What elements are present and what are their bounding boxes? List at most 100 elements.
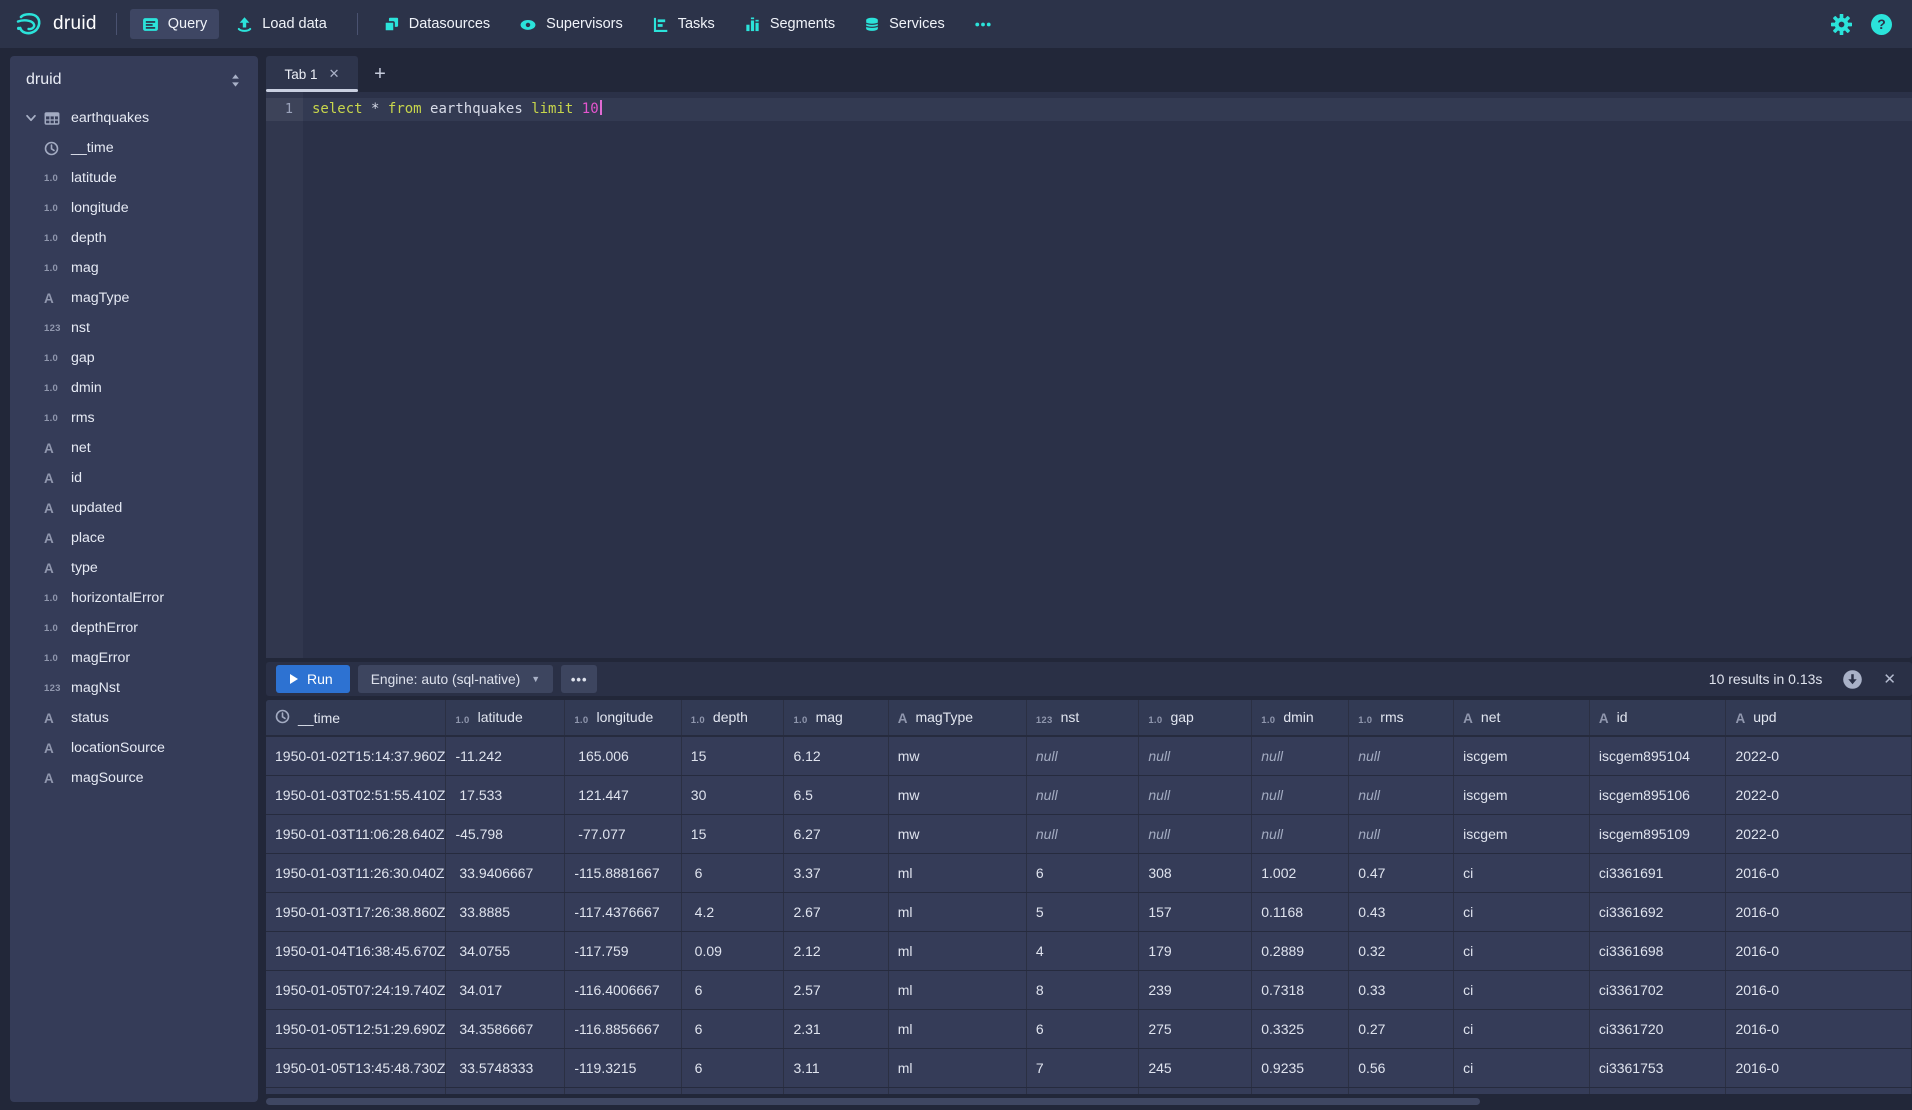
cell[interactable] xyxy=(1349,1087,1454,1094)
cell[interactable]: ml xyxy=(888,931,1026,970)
header-cell-id[interactable]: Aid xyxy=(1589,700,1726,736)
cell[interactable]: null xyxy=(1252,775,1349,814)
nav-item-supervisors[interactable]: Supervisors xyxy=(507,9,635,39)
cell[interactable]: 1950-01-03T17:26:38.860Z xyxy=(266,892,446,931)
cell[interactable]: 3.11 xyxy=(784,1048,888,1087)
header-cell-net[interactable]: Anet xyxy=(1454,700,1590,736)
cell[interactable]: 17.533 xyxy=(446,775,565,814)
cell[interactable] xyxy=(888,1087,1026,1094)
cell[interactable]: 6 xyxy=(681,853,784,892)
cell[interactable]: 2022-0 xyxy=(1726,814,1912,853)
nav-item-services[interactable]: Services xyxy=(852,9,957,39)
cell[interactable]: 1950-01-05T13:45:48.730Z xyxy=(266,1048,446,1087)
cell[interactable] xyxy=(266,1087,446,1094)
cell[interactable]: iscgem xyxy=(1454,775,1590,814)
cell[interactable]: ci3361698 xyxy=(1589,931,1726,970)
download-results-icon[interactable] xyxy=(1842,669,1863,690)
cell[interactable]: 6 xyxy=(681,1009,784,1048)
help-icon[interactable]: ? xyxy=(1871,14,1892,35)
cell[interactable]: 0.3325 xyxy=(1252,1009,1349,1048)
cell[interactable]: ci3361692 xyxy=(1589,892,1726,931)
settings-gear-icon[interactable] xyxy=(1831,14,1852,35)
cell[interactable]: ci xyxy=(1454,1048,1590,1087)
cell[interactable] xyxy=(446,1087,565,1094)
sidebar-column-magType[interactable]: AmagType xyxy=(10,283,258,313)
cell[interactable]: null xyxy=(1139,814,1252,853)
sidebar-column-status[interactable]: Astatus xyxy=(10,703,258,733)
cell[interactable]: mw xyxy=(888,775,1026,814)
sidebar-column-magSource[interactable]: AmagSource xyxy=(10,763,258,793)
cell[interactable]: 157 xyxy=(1139,892,1252,931)
cell[interactable]: 0.32 xyxy=(1349,931,1454,970)
sql-editor[interactable]: 1 select * from earthquakes limit 10 xyxy=(266,92,1912,658)
cell[interactable]: -11.242 xyxy=(446,736,565,775)
cell[interactable]: 33.9406667 xyxy=(446,853,565,892)
cell[interactable]: iscgem895106 xyxy=(1589,775,1726,814)
sidebar-column-latitude[interactable]: 1.0latitude xyxy=(10,163,258,193)
header-cell-magType[interactable]: AmagType xyxy=(888,700,1026,736)
cell[interactable]: 0.1168 xyxy=(1252,892,1349,931)
sidebar-column-depth[interactable]: 1.0depth xyxy=(10,223,258,253)
cell[interactable]: null xyxy=(1349,736,1454,775)
cell[interactable]: -117.759 xyxy=(565,931,681,970)
druid-logo[interactable]: druid xyxy=(14,9,97,39)
cell[interactable]: 2016-0 xyxy=(1726,1009,1912,1048)
sidebar-column-dmin[interactable]: 1.0dmin xyxy=(10,373,258,403)
cell[interactable]: 0.33 xyxy=(1349,970,1454,1009)
cell[interactable]: 1950-01-03T11:06:28.640Z xyxy=(266,814,446,853)
cell[interactable]: mw xyxy=(888,736,1026,775)
sql-text[interactable]: select * from earthquakes limit 10 xyxy=(303,98,602,121)
sidebar-column-place[interactable]: Aplace xyxy=(10,523,258,553)
cell[interactable]: 2022-0 xyxy=(1726,736,1912,775)
sidebar-column-magError[interactable]: 1.0magError xyxy=(10,643,258,673)
cell[interactable]: 15 xyxy=(681,736,784,775)
cell[interactable]: -117.4376667 xyxy=(565,892,681,931)
cell[interactable]: null xyxy=(1349,814,1454,853)
sidebar-column-depthError[interactable]: 1.0depthError xyxy=(10,613,258,643)
cell[interactable]: ci xyxy=(1454,931,1590,970)
header-cell-mag[interactable]: 1.0mag xyxy=(784,700,888,736)
sidebar-column-mag[interactable]: 1.0mag xyxy=(10,253,258,283)
nav-item-more[interactable] xyxy=(962,9,1004,39)
sidebar-column-__time[interactable]: __time xyxy=(10,133,258,163)
cell[interactable]: null xyxy=(1139,775,1252,814)
cell[interactable]: -116.8856667 xyxy=(565,1009,681,1048)
close-results-icon[interactable]: ✕ xyxy=(1883,670,1896,688)
cell[interactable]: 6 xyxy=(681,1048,784,1087)
cell[interactable]: 1950-01-04T16:38:45.670Z xyxy=(266,931,446,970)
cell[interactable]: 308 xyxy=(1139,853,1252,892)
sidebar-column-locationSource[interactable]: AlocationSource xyxy=(10,733,258,763)
sidebar-column-horizontalError[interactable]: 1.0horizontalError xyxy=(10,583,258,613)
header-cell-longitude[interactable]: 1.0longitude xyxy=(565,700,681,736)
cell[interactable]: null xyxy=(1026,775,1139,814)
cell[interactable]: null xyxy=(1252,814,1349,853)
cell[interactable]: 0.27 xyxy=(1349,1009,1454,1048)
cell[interactable]: 6 xyxy=(1026,853,1139,892)
nav-item-load-data[interactable]: Load data xyxy=(224,9,339,39)
cell[interactable]: null xyxy=(1252,736,1349,775)
header-cell-__time[interactable]: __time xyxy=(266,700,446,736)
cell[interactable]: 3.37 xyxy=(784,853,888,892)
header-cell-latitude[interactable]: 1.0latitude xyxy=(446,700,565,736)
cell[interactable]: iscgem xyxy=(1454,814,1590,853)
cell[interactable]: 165.006 xyxy=(565,736,681,775)
cell[interactable]: -115.8881667 xyxy=(565,853,681,892)
cell[interactable]: 0.7318 xyxy=(1252,970,1349,1009)
tab-1[interactable]: Tab 1 ✕ xyxy=(266,56,358,92)
sidebar-column-magNst[interactable]: 123magNst xyxy=(10,673,258,703)
cell[interactable]: 1950-01-03T02:51:55.410Z xyxy=(266,775,446,814)
cell[interactable]: null xyxy=(1349,775,1454,814)
cell[interactable]: 1950-01-05T07:24:19.740Z xyxy=(266,970,446,1009)
cell[interactable]: 15 xyxy=(681,814,784,853)
cell[interactable]: ci3361691 xyxy=(1589,853,1726,892)
engine-select[interactable]: Engine: auto (sql-native) ▼ xyxy=(358,665,553,693)
sidebar-column-nst[interactable]: 123nst xyxy=(10,313,258,343)
sidebar-column-updated[interactable]: Aupdated xyxy=(10,493,258,523)
cell[interactable]: 5 xyxy=(1026,892,1139,931)
cell[interactable]: 0.2889 xyxy=(1252,931,1349,970)
cell[interactable]: 1950-01-02T15:14:37.960Z xyxy=(266,736,446,775)
cell[interactable]: 2016-0 xyxy=(1726,853,1912,892)
cell[interactable]: iscgem895109 xyxy=(1589,814,1726,853)
cell[interactable]: ml xyxy=(888,1048,1026,1087)
cell[interactable]: 0.56 xyxy=(1349,1048,1454,1087)
